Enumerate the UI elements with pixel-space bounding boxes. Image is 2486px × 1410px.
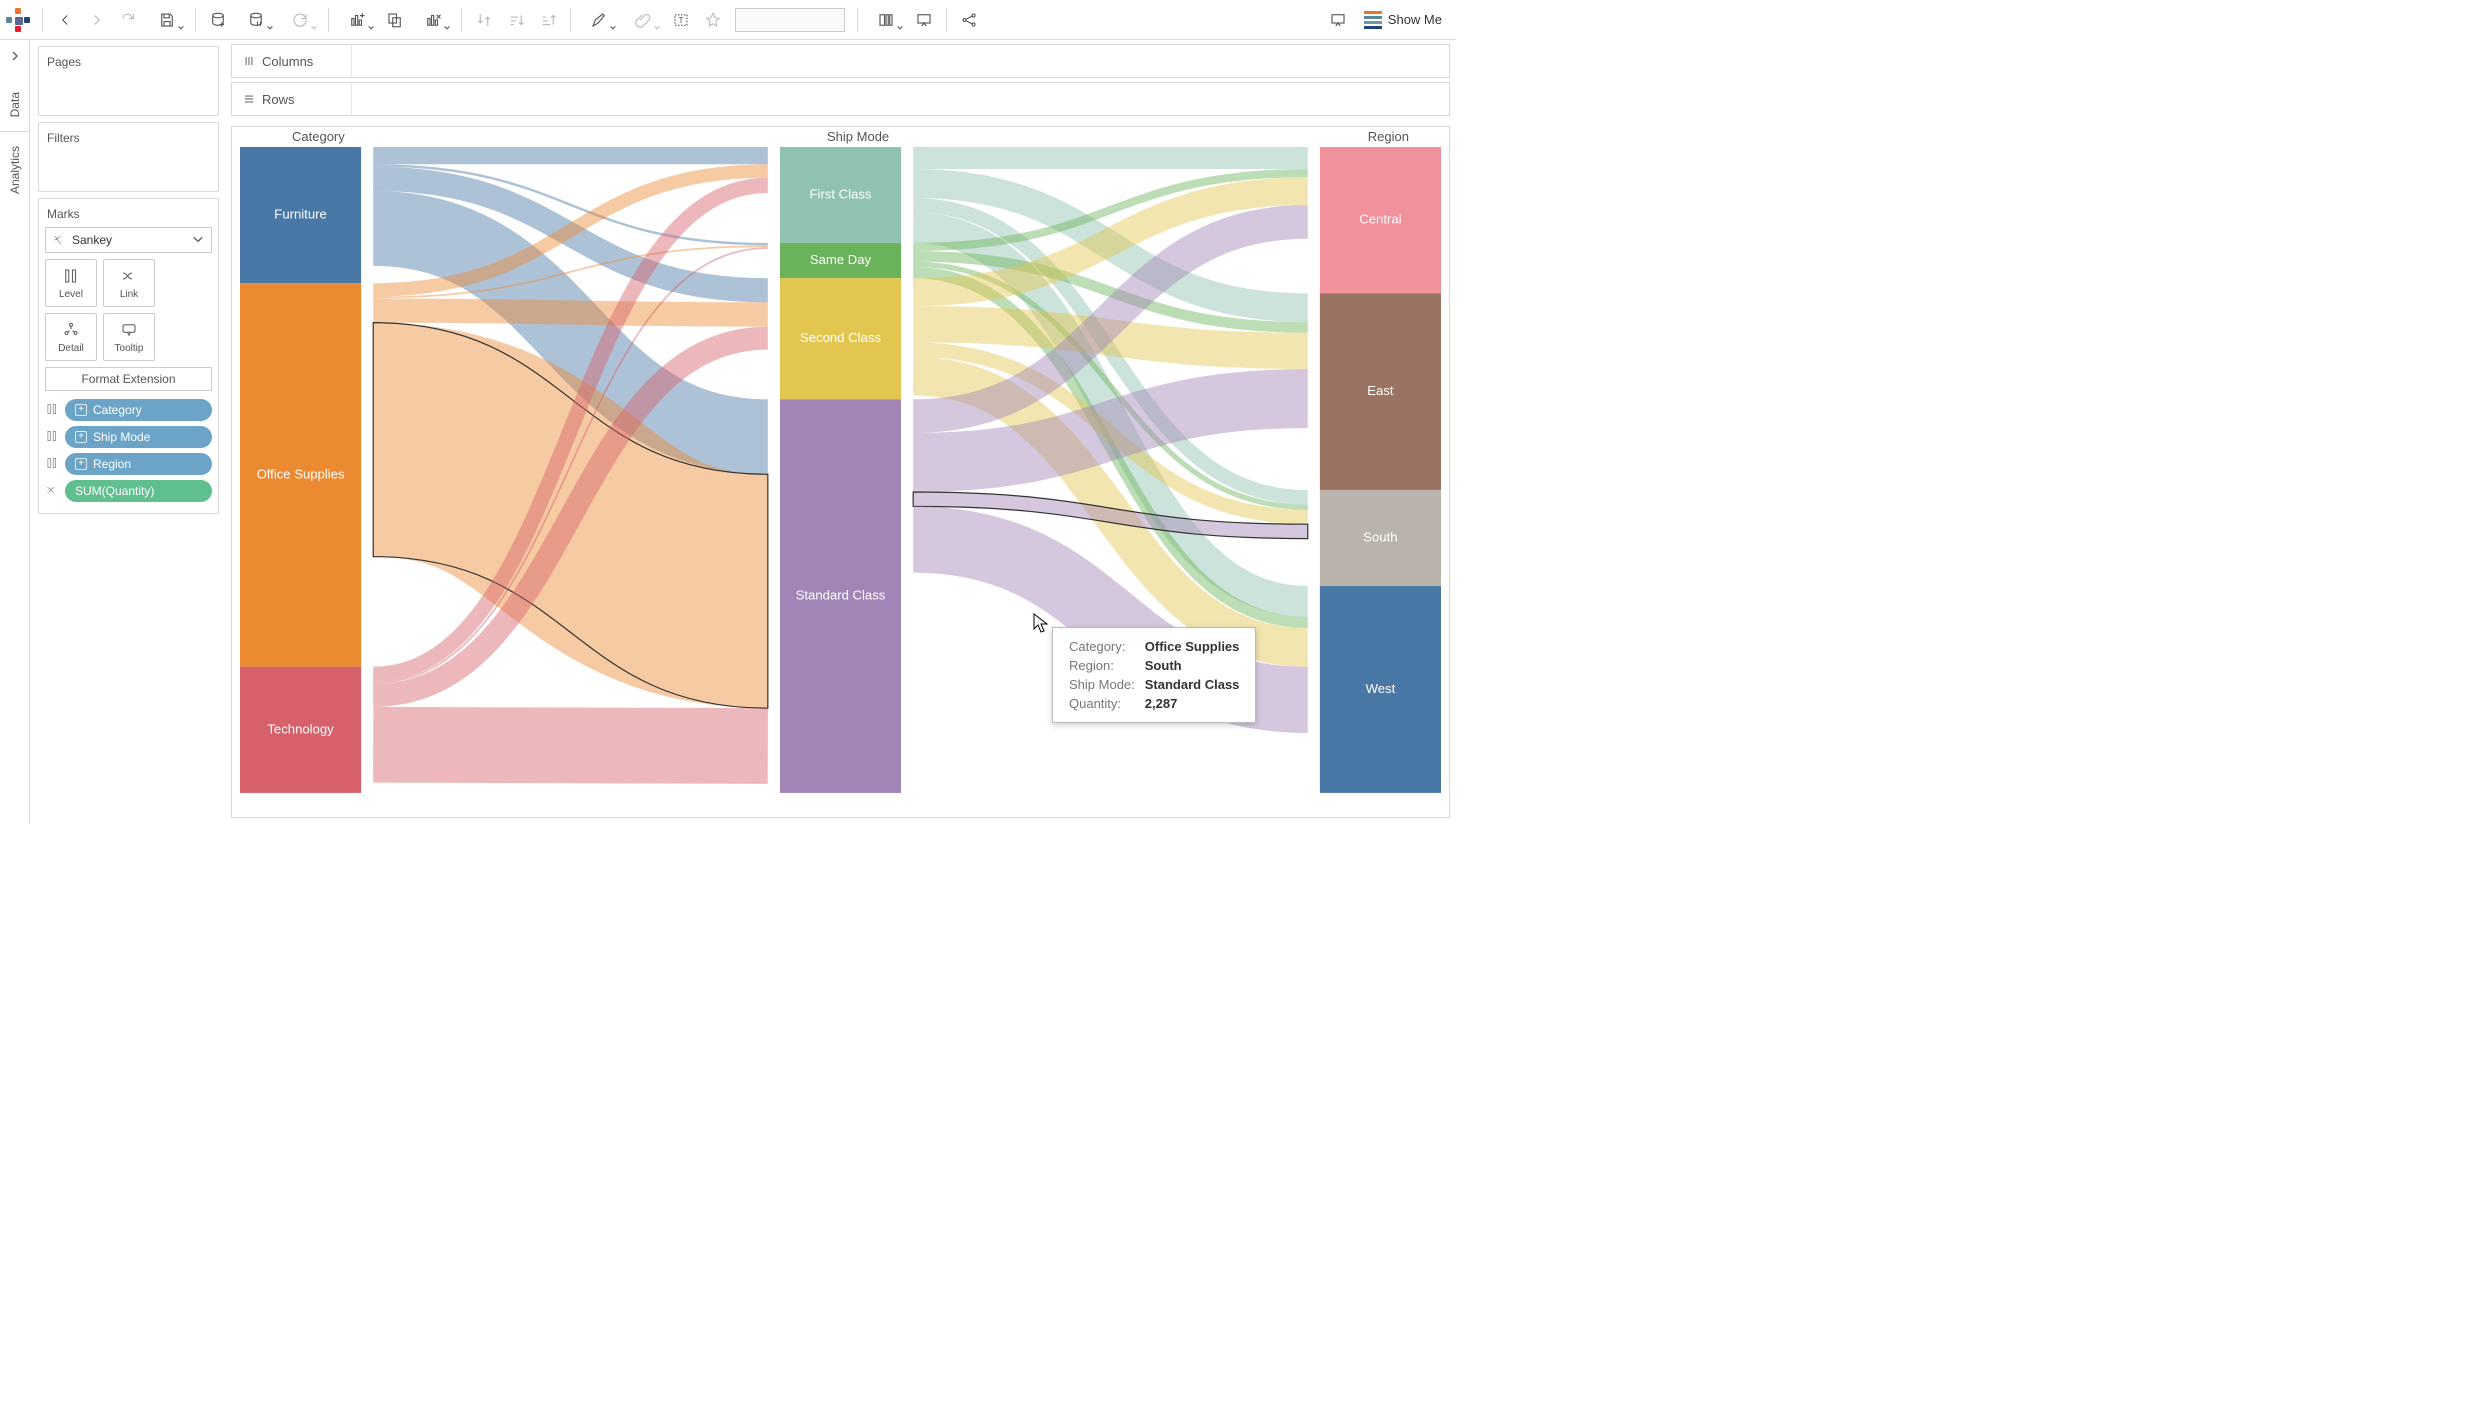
new-worksheet-button[interactable]: [337, 6, 377, 34]
sankey-node-second[interactable]: Second Class: [780, 278, 901, 399]
marks-card: Marks Sankey Level Link Detail Tooltip F…: [38, 198, 219, 514]
side-panel: Pages Filters Marks Sankey Level Link De…: [30, 40, 225, 824]
refresh-data-button[interactable]: [280, 6, 320, 34]
level-icon: [45, 456, 59, 473]
attach-button[interactable]: [623, 6, 663, 34]
text-annotation-button[interactable]: T: [667, 6, 695, 34]
filters-label: Filters: [45, 129, 212, 151]
pause-data-button[interactable]: [236, 6, 276, 34]
sankey-node-first[interactable]: First Class: [780, 147, 901, 243]
show-me-button[interactable]: Show Me: [1356, 11, 1450, 29]
fit-button[interactable]: [866, 6, 906, 34]
caret-down-icon: [191, 233, 205, 247]
sankey-icon: [52, 233, 66, 247]
sankey-node-office[interactable]: Office Supplies: [240, 283, 361, 667]
new-datasource-button[interactable]: [204, 6, 232, 34]
chart-canvas[interactable]: Category Ship Mode Region FurnitureOffic…: [231, 126, 1450, 818]
mark-type-label: Sankey: [72, 233, 112, 247]
sankey-node-east[interactable]: East: [1320, 293, 1441, 490]
duplicate-sheet-button[interactable]: [381, 6, 409, 34]
marks-level-button[interactable]: Level: [45, 259, 97, 307]
redo-button[interactable]: [115, 6, 143, 34]
forward-button[interactable]: [83, 6, 111, 34]
pill-category[interactable]: +Category: [65, 399, 212, 421]
tab-analytics[interactable]: Analytics: [8, 132, 22, 208]
pages-card[interactable]: Pages: [38, 46, 219, 116]
pin-button[interactable]: [699, 6, 727, 34]
show-me-icon: [1364, 11, 1382, 29]
sankey-node-furniture[interactable]: Furniture: [240, 147, 361, 283]
marks-detail-button[interactable]: Detail: [45, 313, 97, 361]
top-toolbar: T Show Me: [0, 0, 1456, 40]
swap-button[interactable]: [470, 6, 498, 34]
marks-tooltip-button[interactable]: Tooltip: [103, 313, 155, 361]
link-icon: [45, 483, 59, 500]
pages-label: Pages: [45, 53, 212, 75]
present-button[interactable]: [1324, 6, 1352, 34]
highlight-button[interactable]: [579, 6, 619, 34]
level-icon: [45, 429, 59, 446]
save-button[interactable]: [147, 6, 187, 34]
filters-card[interactable]: Filters: [38, 122, 219, 192]
expand-side-icon[interactable]: [5, 46, 25, 66]
mark-type-select[interactable]: Sankey: [45, 227, 212, 253]
marks-label: Marks: [45, 205, 212, 227]
columns-shelf[interactable]: Columns: [231, 44, 1450, 78]
clear-sheet-button[interactable]: [413, 6, 453, 34]
level-icon: [45, 402, 59, 419]
columns-label: Columns: [262, 54, 313, 69]
format-extension-button[interactable]: Format Extension: [45, 367, 212, 391]
pill-region[interactable]: +Region: [65, 453, 212, 475]
tableau-logo-icon[interactable]: [6, 8, 30, 32]
tab-data[interactable]: Data: [8, 78, 22, 131]
chart-header-region: Region: [1368, 129, 1409, 144]
marks-link-button[interactable]: Link: [103, 259, 155, 307]
presentation-button[interactable]: [910, 6, 938, 34]
pill-sum-quantity-[interactable]: SUM(Quantity): [65, 480, 212, 502]
pill-ship-mode[interactable]: +Ship Mode: [65, 426, 212, 448]
sankey-link[interactable]: [373, 311, 768, 315]
sankey-link[interactable]: [373, 745, 768, 746]
tooltip: Category:Office SuppliesRegion:SouthShip…: [1052, 627, 1256, 723]
rows-shelf[interactable]: Rows: [231, 82, 1450, 116]
sort-asc-button[interactable]: [502, 6, 530, 34]
sankey-chart[interactable]: FurnitureOffice SuppliesTechnology First …: [240, 147, 1441, 813]
chart-header-category: Category: [292, 129, 345, 144]
rows-icon: [242, 92, 256, 106]
sankey-node-south[interactable]: South: [1320, 490, 1441, 586]
sankey-node-tech[interactable]: Technology: [240, 667, 361, 793]
parameter-select[interactable]: [735, 8, 845, 32]
sankey-node-sameday[interactable]: Same Day: [780, 243, 901, 278]
sort-desc-button[interactable]: [534, 6, 562, 34]
rows-label: Rows: [262, 92, 295, 107]
side-tab-strip: Data Analytics: [0, 40, 30, 824]
sankey-node-west[interactable]: West: [1320, 586, 1441, 793]
svg-text:T: T: [678, 16, 683, 25]
share-button[interactable]: [955, 6, 983, 34]
chart-header-shipmode: Ship Mode: [827, 129, 889, 144]
sankey-node-standard[interactable]: Standard Class: [780, 399, 901, 793]
columns-icon: [242, 54, 256, 68]
back-button[interactable]: [51, 6, 79, 34]
sankey-node-central[interactable]: Central: [1320, 147, 1441, 293]
